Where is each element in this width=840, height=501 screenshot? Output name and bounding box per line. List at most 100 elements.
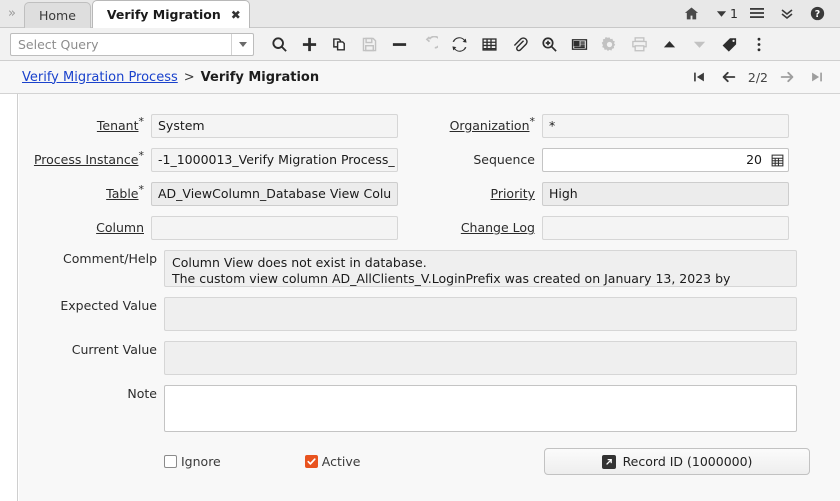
checkbox-ignore[interactable]: Ignore [164, 454, 221, 469]
zoom-in-button[interactable] [534, 29, 564, 59]
field-table-value[interactable]: AD_ViewColumn_Database View Colu [151, 182, 398, 206]
field-tenant: Tenant* System [19, 114, 411, 138]
field-sequence-label: Sequence [411, 148, 542, 172]
field-tenant-value[interactable]: System [151, 114, 398, 138]
select-query-dropdown-arrow-icon[interactable] [231, 34, 253, 55]
breadcrumb: Verify Migration Process > Verify Migrat… [22, 70, 319, 85]
tab-verify-migration-label: Verify Migration [107, 7, 221, 22]
form-row-expected-value: Expected Value [19, 297, 840, 331]
breadcrumb-current: Verify Migration [201, 70, 319, 85]
checkbox-active-box[interactable] [305, 455, 318, 468]
record-navigation: 2/2 [684, 63, 840, 91]
previous-record-icon[interactable] [714, 63, 744, 91]
new-record-button[interactable] [294, 29, 324, 59]
checkbox-ignore-box[interactable] [164, 455, 177, 468]
field-priority: Priority High [411, 182, 811, 206]
form-row-column-changelog: Column Change Log [19, 216, 840, 240]
field-sequence-value[interactable]: 20 [542, 148, 767, 172]
field-expected-value-value[interactable] [164, 297, 797, 331]
field-tenant-label: Tenant* [19, 114, 151, 138]
select-query-input[interactable]: Select Query [11, 37, 231, 52]
field-comment-help-label: Comment/Help [19, 250, 164, 268]
report-button[interactable] [564, 29, 594, 59]
field-priority-value[interactable]: High [542, 182, 789, 206]
tab-overflow-chevron-icon[interactable]: » [0, 0, 24, 27]
field-change-log: Change Log [411, 216, 811, 240]
window-count-label: 1 [730, 6, 738, 21]
help-icon[interactable]: ? [802, 0, 832, 27]
form-row-table-priority: Table* AD_ViewColumn_Database View Colu … [19, 182, 840, 206]
more-options-button[interactable] [744, 29, 774, 59]
field-organization-label: Organization* [411, 114, 542, 138]
form-row-comment-help: Comment/Help Column View does not exist … [19, 250, 840, 287]
field-note-value[interactable] [164, 385, 797, 432]
first-record-icon[interactable] [684, 63, 714, 91]
form-grid: Tenant* System Organization* * Process I… [19, 94, 840, 475]
detail-record-button[interactable] [684, 29, 714, 59]
field-organization: Organization* * [411, 114, 811, 138]
checkbox-active-label: Active [322, 454, 361, 469]
field-sequence-control: 20 [542, 148, 789, 172]
field-column-label: Column [19, 216, 151, 240]
home-icon[interactable] [676, 0, 706, 27]
field-current-value-value[interactable] [164, 341, 797, 375]
record-position-label: 2/2 [744, 70, 772, 85]
toolbar-buttons [264, 29, 774, 59]
form-row-processinstance-sequence: Process Instance* -1_1000013_Verify Migr… [19, 148, 840, 172]
breadcrumb-parent-link[interactable]: Verify Migration Process [22, 70, 178, 85]
field-current-value-label: Current Value [19, 341, 164, 359]
tab-close-icon[interactable]: ✖ [231, 9, 241, 21]
field-process-instance: Process Instance* -1_1000013_Verify Migr… [19, 148, 411, 172]
field-table: Table* AD_ViewColumn_Database View Colu [19, 182, 411, 206]
checkbox-ignore-label: Ignore [181, 454, 221, 469]
form-row-tenant-organization: Tenant* System Organization* * [19, 114, 840, 138]
parent-record-button[interactable] [654, 29, 684, 59]
select-query-combobox[interactable]: Select Query [10, 33, 254, 56]
tab-strip-filler [251, 0, 676, 27]
work-area: Tenant* System Organization* * Process I… [0, 94, 840, 501]
undo-button[interactable] [414, 29, 444, 59]
record-id-button-label: Record ID (1000000) [623, 454, 753, 469]
field-expected-value-label: Expected Value [19, 297, 164, 315]
hamburger-menu-icon[interactable] [742, 0, 772, 27]
breadcrumb-bar: Verify Migration Process > Verify Migrat… [0, 61, 840, 94]
record-id-button[interactable]: Record ID (1000000) [544, 448, 810, 475]
breadcrumb-separator: > [184, 70, 195, 85]
printer-button[interactable] [624, 29, 654, 59]
tab-verify-migration[interactable]: Verify Migration ✖ [92, 0, 250, 28]
delete-button[interactable] [384, 29, 414, 59]
last-record-icon[interactable] [802, 63, 832, 91]
application-window: » Home Verify Migration ✖ 1 ? [0, 0, 840, 501]
field-comment-help-value[interactable]: Column View does not exist in database. … [164, 250, 797, 287]
field-change-log-label: Change Log [411, 216, 542, 240]
main-toolbar: Select Query [0, 28, 840, 61]
field-process-instance-label: Process Instance* [19, 148, 151, 172]
form-row-current-value: Current Value [19, 341, 840, 375]
tab-home-label: Home [39, 8, 76, 23]
field-change-log-value[interactable] [542, 216, 789, 240]
field-process-instance-value[interactable]: -1_1000013_Verify Migration Process_ [151, 148, 398, 172]
next-record-icon[interactable] [772, 63, 802, 91]
record-form: Tenant* System Organization* * Process I… [19, 94, 840, 501]
refresh-button[interactable] [444, 29, 474, 59]
grid-toggle-button[interactable] [474, 29, 504, 59]
tab-home[interactable]: Home [24, 2, 91, 28]
field-column: Column [19, 216, 411, 240]
find-button[interactable] [264, 29, 294, 59]
gear-button[interactable] [594, 29, 624, 59]
attachment-button[interactable] [504, 29, 534, 59]
copy-record-button[interactable] [324, 29, 354, 59]
calculator-icon[interactable] [767, 148, 789, 172]
form-row-note: Note [19, 385, 840, 432]
external-link-icon [602, 455, 616, 469]
double-chevron-down-icon[interactable] [772, 0, 802, 27]
tag-button[interactable] [714, 29, 744, 59]
field-organization-value[interactable]: * [542, 114, 789, 138]
tab-strip: » Home Verify Migration ✖ 1 ? [0, 0, 840, 28]
save-button[interactable] [354, 29, 384, 59]
field-priority-label: Priority [411, 182, 542, 206]
checkbox-active[interactable]: Active [305, 454, 361, 469]
field-column-value[interactable] [151, 216, 398, 240]
left-rail [0, 94, 18, 501]
tab-strip-actions: 1 ? [676, 0, 840, 27]
